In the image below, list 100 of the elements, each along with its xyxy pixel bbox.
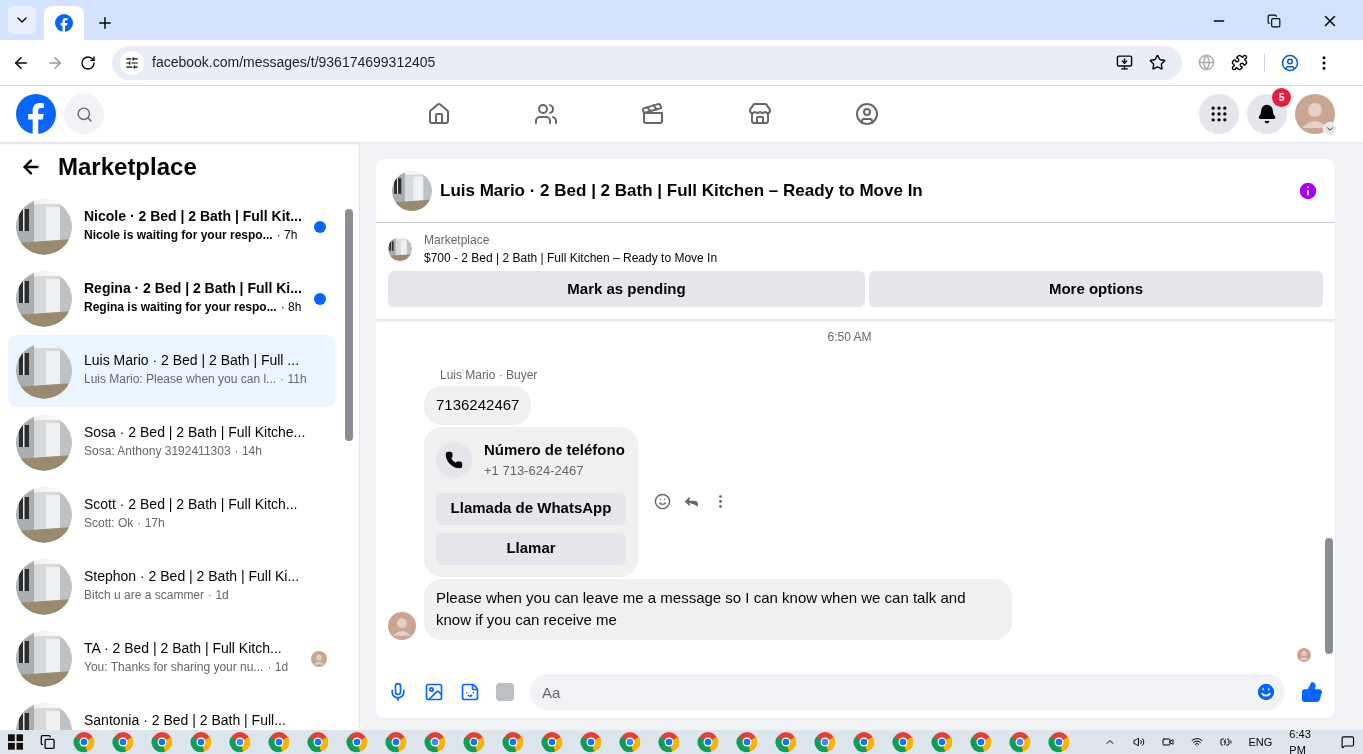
conversation-time: · 1d xyxy=(208,587,229,603)
conversation-item[interactable]: Luis Mario · 2 Bed | 2 Bath | Full ... Luis Mario: Please when you can l... · 11h xyxy=(8,335,335,407)
message-bubble: Please when you can leave me a message so I can know when we can talk and know if you can receive me xyxy=(424,578,1012,640)
conversation-title: Santonia · 2 Bed | 2 Bath | Full... xyxy=(84,711,286,729)
video-icon[interactable] xyxy=(641,102,665,126)
like-icon[interactable] xyxy=(1301,681,1323,703)
facebook-logo-icon xyxy=(55,14,73,32)
clock[interactable]: 6:43 PM xyxy=(1289,730,1325,754)
scrollbar-thumb[interactable] xyxy=(345,209,353,441)
browser-icon[interactable] xyxy=(540,731,563,753)
facebook-logo-icon[interactable] xyxy=(16,94,56,134)
browser-icon[interactable] xyxy=(969,731,992,753)
scrollbar-thumb[interactable] xyxy=(1325,538,1333,654)
browser-icon[interactable] xyxy=(345,731,368,753)
sidebar-title: Marketplace xyxy=(58,152,197,182)
browser-icon[interactable] xyxy=(267,731,290,753)
task-view-icon[interactable] xyxy=(40,733,56,751)
phone-card-button[interactable]: Llamar xyxy=(436,532,626,565)
browser-icon[interactable] xyxy=(813,731,836,753)
menu-button[interactable] xyxy=(1199,94,1239,134)
browser-icon[interactable] xyxy=(930,731,953,753)
listing-name: $700 - 2 Bed | 2 Bath | Full Kitchen – Ready to Move In xyxy=(424,250,718,267)
windows-logo-icon[interactable] xyxy=(8,733,24,751)
browser-tab[interactable] xyxy=(44,6,84,40)
sticker-icon[interactable] xyxy=(460,682,480,702)
conversation-item[interactable]: Scott · 2 Bed | 2 Bath | Full Kitch... Scott: Ok · 17h xyxy=(8,479,335,551)
conversation-title: Sosa · 2 Bed | 2 Bath | Full Kitche... xyxy=(84,423,306,441)
volume-icon[interactable] xyxy=(1132,735,1145,749)
conversation-preview: Luis Mario: Please when you can l... xyxy=(84,371,277,387)
conversation-time: · 8h xyxy=(280,299,302,315)
browser-icon[interactable] xyxy=(228,731,251,753)
conversation-title: TA · 2 Bed | 2 Bath | Full Kitch... xyxy=(84,639,282,657)
listing-action-button[interactable]: Mark as pending xyxy=(388,271,865,307)
avatar xyxy=(311,651,327,667)
browser-icon[interactable] xyxy=(423,731,446,753)
browser-icon[interactable] xyxy=(735,731,758,753)
profile-icon[interactable] xyxy=(1281,53,1299,72)
sender-label: Luis Mario · Buyer xyxy=(440,367,539,384)
conversation-preview: Nicole is waiting for your respo... xyxy=(84,227,273,243)
avatar xyxy=(388,611,416,640)
browser-icon[interactable] xyxy=(579,731,602,753)
browser-icon[interactable] xyxy=(618,731,641,753)
microphone-icon[interactable] xyxy=(388,682,408,702)
wifi-icon[interactable] xyxy=(1190,735,1203,749)
conversation-time: · 7h xyxy=(276,227,298,243)
listing-label: Marketplace xyxy=(424,232,491,249)
address-bar[interactable]: facebook.com/messages/t/936174699312405 xyxy=(112,45,1182,80)
browser-icon[interactable] xyxy=(189,731,212,753)
react-icon[interactable] xyxy=(654,493,671,510)
browser-icon[interactable] xyxy=(72,731,95,753)
account-caret-icon[interactable] xyxy=(1325,124,1335,134)
store-icon[interactable] xyxy=(748,102,772,126)
phone-icon xyxy=(445,450,463,469)
conversation-item[interactable]: Stephon · 2 Bed | 2 Bath | Full Ki... Bitch u are a scammer · 1d xyxy=(8,551,335,623)
browser-icon[interactable] xyxy=(696,731,719,753)
home-icon[interactable] xyxy=(427,102,451,126)
phone-card-button[interactable]: Llamada de WhatsApp xyxy=(436,492,626,525)
bookmark-icon[interactable] xyxy=(1149,54,1166,71)
extensions-icon[interactable] xyxy=(1231,54,1248,71)
browser-icon[interactable] xyxy=(111,731,134,753)
browser-icon[interactable] xyxy=(150,731,173,753)
restore-icon[interactable] xyxy=(1267,14,1281,28)
site-settings-icon[interactable] xyxy=(125,55,139,70)
conversation-title: Nicole · 2 Bed | 2 Bath | Full Kit... xyxy=(84,207,302,225)
grid-icon xyxy=(1209,104,1229,124)
image-icon[interactable] xyxy=(424,682,444,702)
browser-icon[interactable] xyxy=(1047,731,1070,753)
notifications-icon[interactable] xyxy=(1341,734,1355,750)
avatar xyxy=(1297,647,1311,662)
conversation-title: Stephon · 2 Bed | 2 Bath | Full Ki... xyxy=(84,567,300,585)
friends-icon[interactable] xyxy=(534,102,558,126)
browser-icon[interactable] xyxy=(306,731,329,753)
browser-icon[interactable] xyxy=(852,731,875,753)
phone-card-title: Número de teléfono xyxy=(484,439,625,460)
conversation-time: · 1d xyxy=(267,659,289,675)
conversation-item[interactable]: TA · 2 Bed | 2 Bath | Full Kitch... You: Thanks for sharing your nu... · 1d xyxy=(8,623,335,695)
search-button[interactable] xyxy=(64,94,104,134)
emoji-icon[interactable] xyxy=(1255,681,1277,703)
browser-icon[interactable] xyxy=(501,731,524,753)
conversation-item[interactable]: Regina · 2 Bed | 2 Bath | Full Ki... Regina is waiting for your respo... · 8h xyxy=(8,263,335,335)
new-tab-button[interactable] xyxy=(96,14,114,32)
conversation-item[interactable]: Sosa · 2 Bed | 2 Bath | Full Kitche... Sosa: Anthony 3192411303 · 14h xyxy=(8,407,335,479)
language-indicator[interactable]: ENG xyxy=(1248,733,1273,751)
browser-icon[interactable] xyxy=(891,731,914,753)
camera-icon[interactable] xyxy=(1161,735,1174,749)
browser-icon[interactable] xyxy=(774,731,797,753)
listing-action-button[interactable]: More options xyxy=(869,271,1323,307)
conversation-preview: Sosa: Anthony 3192411303 xyxy=(84,443,231,459)
message-input[interactable]: Aa xyxy=(530,674,1285,710)
browser-icon[interactable] xyxy=(462,731,485,753)
conversation-item[interactable]: Nicole · 2 Bed | 2 Bath | Full Kit... Nicole is waiting for your respo... · 7h xyxy=(8,191,335,263)
info-icon[interactable] xyxy=(1297,179,1319,202)
tab-search-button[interactable] xyxy=(8,6,36,34)
notifications-button[interactable] xyxy=(1247,94,1287,134)
install-icon[interactable] xyxy=(1116,54,1133,71)
browser-icon[interactable] xyxy=(1008,731,1031,753)
reload-icon[interactable] xyxy=(80,54,96,71)
browser-icon[interactable] xyxy=(384,731,407,753)
browser-icon[interactable] xyxy=(657,731,680,753)
conversation-preview: You: Thanks for sharing your nu... xyxy=(84,659,264,675)
